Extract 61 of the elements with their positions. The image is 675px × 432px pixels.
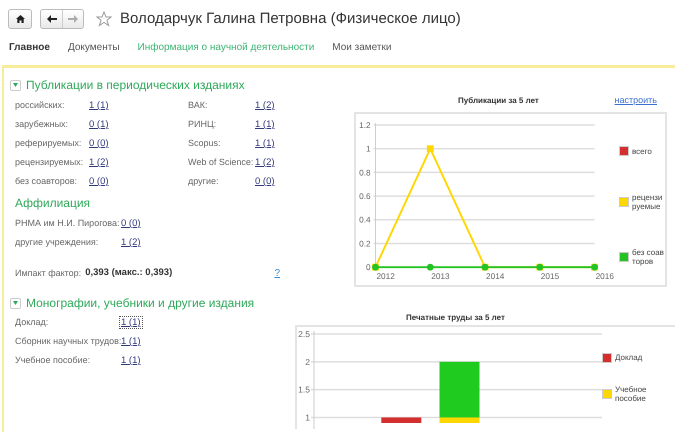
caret-down-icon (13, 83, 18, 87)
axis-label: 1 (305, 412, 310, 422)
value-link[interactable]: 1 (1) (119, 316, 143, 329)
value-link[interactable]: 0 (1) (87, 118, 111, 131)
value-link[interactable]: 0 (0) (87, 137, 111, 150)
field-label: без соавторов: (15, 175, 78, 188)
value-link[interactable]: 1 (1) (119, 354, 143, 367)
field-label: РНМА им Н.И. Пирогова: (15, 217, 119, 230)
legend-label: Доклад (615, 353, 644, 363)
value-link[interactable]: 1 (1) (253, 118, 277, 131)
field-label: Импакт фактор: (15, 266, 82, 280)
tab[interactable]: Главное (9, 40, 50, 54)
collapse-toggle[interactable] (10, 80, 21, 90)
value-link[interactable]: 1 (1) (87, 99, 111, 112)
value-link[interactable]: 1 (2) (253, 156, 277, 169)
value-link[interactable]: 0 (0) (87, 175, 111, 188)
value-link[interactable]: 1 (2) (119, 236, 143, 249)
subsection-title: Аффилиация (15, 195, 92, 212)
right-arrow-icon (68, 15, 78, 24)
field-label: другие учреждения: (15, 236, 100, 249)
field-label: рецензируемых: (15, 156, 84, 169)
chart-title: Публикации за 5 лет (458, 95, 539, 107)
chart-title: Печатные труды за 5 лет (406, 313, 505, 322)
section-title: Монографии, учебники и другие издания (26, 295, 254, 312)
value-link[interactable]: 1 (1) (119, 335, 143, 348)
field-label: российских: (15, 99, 66, 112)
legend-label: всего (632, 146, 653, 156)
home-button[interactable] (8, 9, 32, 30)
field-label: Scopus: (188, 137, 222, 150)
field-label: Учебное пособие: (15, 354, 92, 367)
field-label: РИНЦ: (188, 118, 218, 131)
star-icon[interactable] (96, 11, 112, 28)
value-link[interactable]: 1 (2) (253, 99, 277, 112)
value-link[interactable]: 1 (1) (253, 137, 277, 150)
tab[interactable]: Документы (68, 40, 120, 54)
axis-label: 1.5 (298, 384, 310, 395)
field-label: зарубежных: (15, 118, 70, 131)
axis-label: 2 (305, 356, 310, 367)
legend-label: рецензируемые (632, 193, 664, 212)
field-label: реферируемых: (15, 137, 82, 150)
section-title: Публикации в периодических изданиях (26, 77, 245, 94)
collapse-toggle[interactable] (10, 298, 21, 308)
field-label: другие: (188, 175, 220, 188)
legend-label: Учебное пособие (615, 385, 648, 404)
value-link[interactable]: 0 (0) (119, 217, 143, 230)
impact-value: 0,393 (макс.: 0,393) (85, 266, 172, 280)
field-label: Сборник научных трудов: (15, 335, 119, 348)
field-label: ВАК: (188, 99, 208, 112)
value-link[interactable]: 0 (0) (253, 175, 277, 188)
left-arrow-icon (46, 15, 56, 24)
caret-down-icon (13, 301, 18, 305)
tab[interactable]: Мои заметки (332, 40, 392, 54)
field-label: Web of Science: (188, 156, 253, 169)
settings-link[interactable]: настроить (614, 94, 657, 108)
value-link[interactable]: 1 (2) (87, 156, 111, 169)
legend-label: без соавторов (632, 248, 665, 267)
window-title: Володарчук Галина Петровна (Физическое лицо) (120, 9, 461, 29)
home-icon (16, 15, 24, 24)
field-label: Доклад: (15, 316, 50, 329)
help-link[interactable]: ? (274, 266, 280, 281)
axis-label: 2.5 (298, 329, 310, 339)
